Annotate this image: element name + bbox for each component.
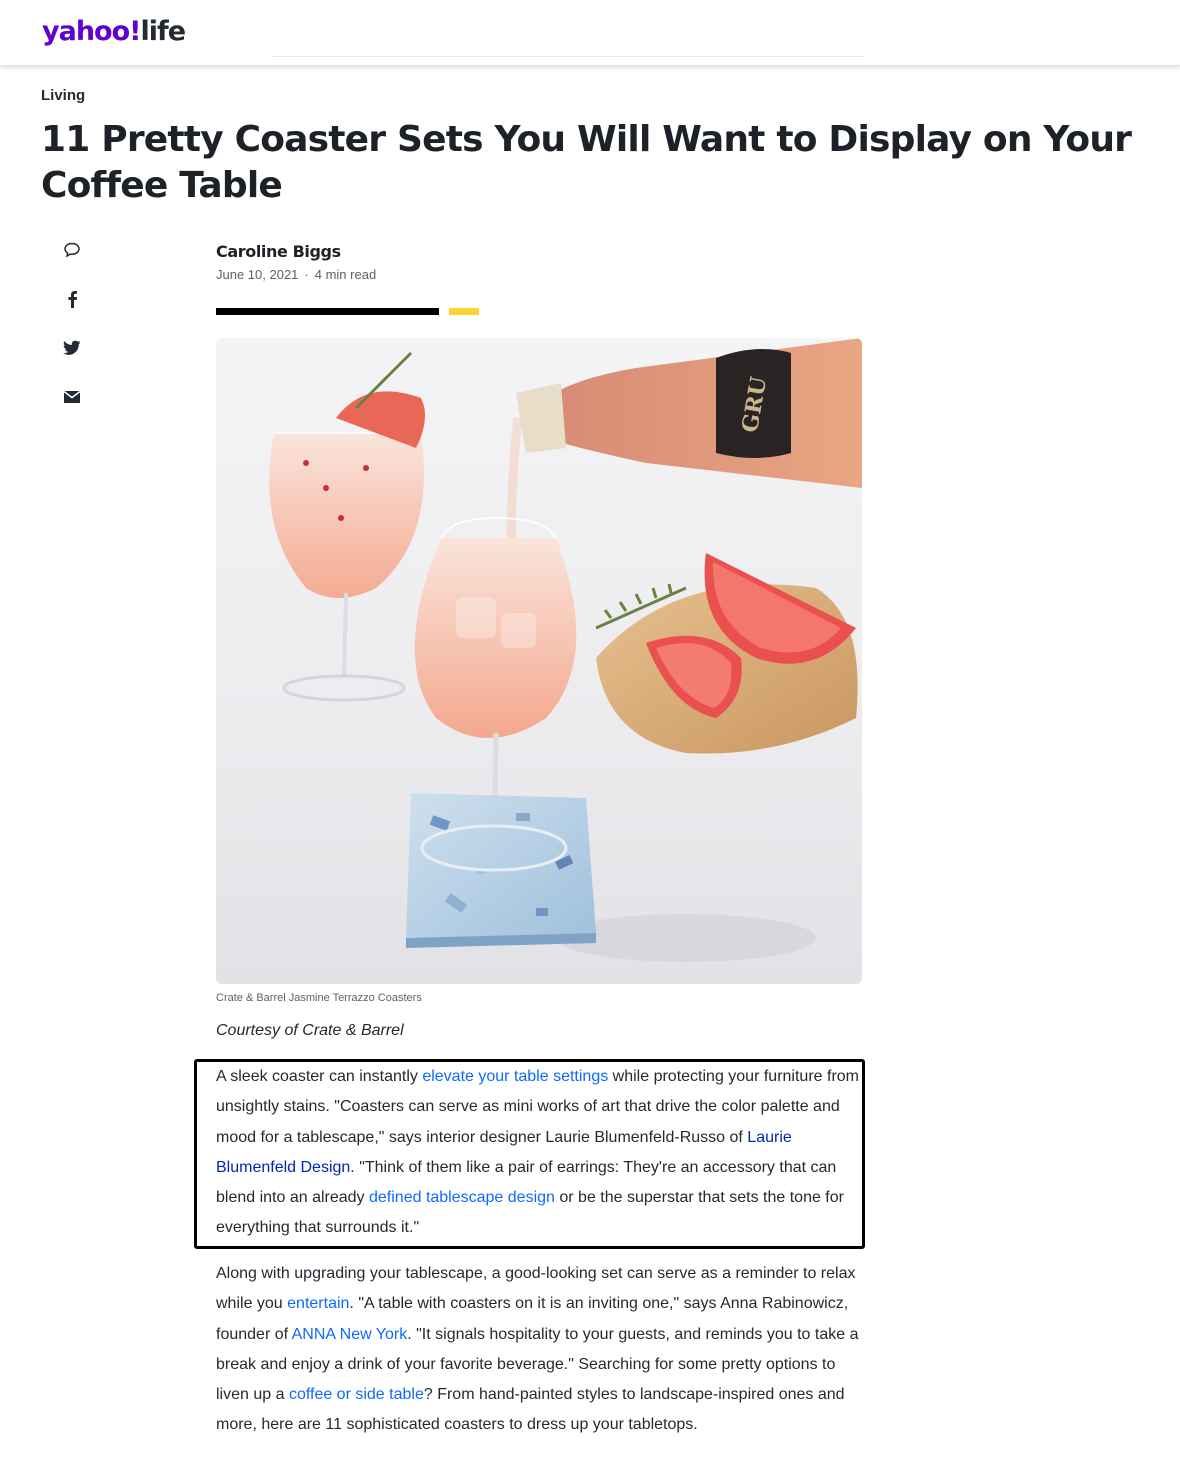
paragraph-text: A sleek coaster can instantly bbox=[216, 1068, 423, 1085]
article-meta: June 10, 2021 · 4 min read bbox=[216, 267, 376, 282]
link-entertain[interactable]: entertain bbox=[287, 1295, 349, 1312]
top-navigation-bar: yahoo!life bbox=[0, 0, 1180, 66]
logo-section: life bbox=[140, 16, 186, 47]
header-divider bbox=[272, 56, 864, 57]
article-headline: 11 Pretty Coaster Sets You Will Want to … bbox=[41, 119, 1132, 206]
share-bar bbox=[58, 236, 86, 432]
link-anna-new-york[interactable]: ANNA New York bbox=[292, 1326, 408, 1343]
image-credit: Courtesy of Crate & Barrel bbox=[216, 1022, 404, 1039]
front-wine-glass bbox=[414, 516, 577, 839]
meta-separator: · bbox=[304, 267, 309, 282]
link-coffee-or-side-table[interactable]: coffee or side table bbox=[289, 1386, 424, 1403]
category-label: Living bbox=[41, 87, 86, 104]
wine-bottle bbox=[546, 338, 862, 488]
byline-divider-black bbox=[216, 308, 439, 315]
author-name[interactable]: Caroline Biggs bbox=[216, 242, 376, 261]
terrazzo-coaster bbox=[406, 793, 596, 948]
facebook-icon[interactable] bbox=[58, 285, 86, 313]
hero-image[interactable]: GRU bbox=[216, 338, 862, 984]
link-elevate-table-settings[interactable]: elevate your table settings bbox=[422, 1068, 608, 1085]
publish-date: June 10, 2021 bbox=[216, 267, 299, 282]
logo-brand: yahoo! bbox=[42, 16, 141, 47]
category-link[interactable]: Living bbox=[41, 87, 85, 104]
link-defined-tablescape-design[interactable]: defined tablescape design bbox=[369, 1189, 555, 1206]
article-paragraph-1: A sleek coaster can instantly elevate yo… bbox=[216, 1062, 866, 1244]
yahoo-life-logo[interactable]: yahoo!life bbox=[42, 14, 186, 50]
twitter-icon[interactable] bbox=[58, 334, 86, 362]
article-paragraph-2: Along with upgrading your tablescape, a … bbox=[216, 1259, 866, 1441]
byline-divider-accent bbox=[449, 308, 479, 315]
comment-icon[interactable] bbox=[58, 236, 86, 264]
back-wine-glass bbox=[269, 351, 425, 702]
email-icon[interactable] bbox=[58, 383, 86, 411]
image-caption: Crate & Barrel Jasmine Terrazzo Coasters bbox=[216, 992, 422, 1004]
byline: Caroline Biggs June 10, 2021 · 4 min read bbox=[216, 242, 376, 282]
read-time: 4 min read bbox=[314, 267, 377, 282]
